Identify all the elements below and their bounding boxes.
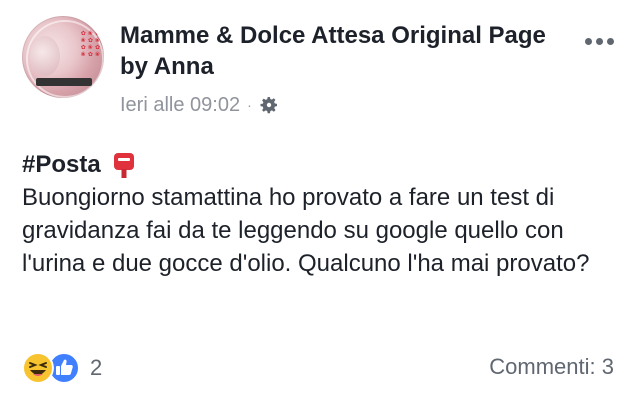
avatar-banner xyxy=(36,78,92,86)
dot-icon xyxy=(607,38,614,45)
reactions-summary[interactable]: 2 xyxy=(22,352,102,384)
comments-count-link[interactable]: Commenti: 3 xyxy=(489,354,614,380)
dot-icon xyxy=(585,38,592,45)
gear-icon[interactable] xyxy=(259,95,279,115)
post-timestamp[interactable]: Ieri alle 09:02 xyxy=(120,94,240,117)
haha-reaction-icon xyxy=(22,352,54,384)
post-body: Buongiorno stamattina ho provato a fare … xyxy=(22,184,590,277)
meta-separator: · xyxy=(247,97,252,113)
hashtag-link[interactable]: #Posta xyxy=(22,148,101,181)
avatar-decorative-text: ✿ ❀ ✿ ❀ ✿ ❀ ✿ ❀ ✿ ❀ ✿ ❀ xyxy=(80,30,100,58)
page-avatar[interactable]: ✿ ❀ ✿ ❀ ✿ ❀ ✿ ❀ ✿ ❀ ✿ ❀ xyxy=(22,16,104,98)
more-options-button[interactable] xyxy=(585,38,614,45)
hashtag-line: #Posta xyxy=(22,148,622,181)
reaction-count[interactable]: 2 xyxy=(90,355,102,381)
post-meta: Ieri alle 09:02 · xyxy=(120,93,279,117)
postbox-icon xyxy=(113,152,134,178)
dot-icon xyxy=(596,38,603,45)
page-name-link[interactable]: Mamme & Dolce Attesa Original Page by An… xyxy=(120,20,560,82)
post-content: #Posta Buongiorno stamattina ho provato … xyxy=(22,148,622,280)
